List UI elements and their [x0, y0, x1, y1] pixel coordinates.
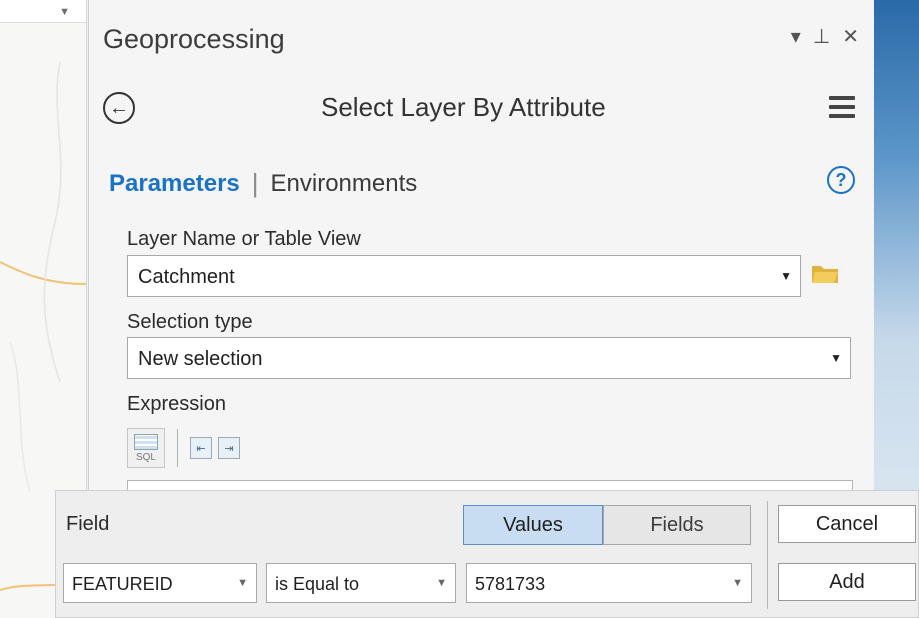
pane-options-chevron-icon[interactable]: ▾	[791, 24, 801, 49]
sql-label: SQL	[135, 451, 156, 463]
tab-parameters[interactable]: Parameters	[109, 170, 240, 198]
value-select[interactable]: 5781733 ▼	[466, 563, 752, 603]
tool-tabs: Parameters | Environments	[109, 168, 417, 199]
field-select[interactable]: FEATUREID ▼	[63, 563, 257, 603]
clause-divider	[767, 501, 768, 609]
chevron-down-icon: ▼	[780, 269, 792, 283]
chevron-down-icon: ▼	[732, 577, 743, 589]
field-select-value: FEATUREID	[72, 574, 173, 594]
fields-toggle-button[interactable]: Fields	[603, 505, 751, 545]
pane-controls: ▾ ⊥ ✕	[791, 24, 859, 49]
map-tab-strip: ▼	[0, 0, 86, 23]
tab-separator: |	[251, 168, 259, 198]
tool-title: Select Layer By Attribute	[321, 92, 606, 122]
chevron-down-icon: ▼	[830, 351, 842, 365]
field-label: Field	[66, 513, 110, 535]
chevron-down-icon: ▼	[436, 577, 447, 589]
clause-builder: Field Values Fields Cancel Add FEATUREID…	[55, 490, 919, 618]
selection-type-dropdown[interactable]: New selection ▼	[127, 337, 851, 379]
operator-select-value: is Equal to	[275, 574, 360, 594]
layer-name-dropdown[interactable]: Catchment ▼	[127, 255, 801, 297]
indent-right-icon[interactable]: ⇥	[218, 437, 240, 459]
indent-left-icon[interactable]: ⇤	[190, 437, 212, 459]
add-button[interactable]: Add	[778, 563, 916, 601]
expression-toolbar: SQL ⇤ ⇥	[127, 428, 246, 468]
chevron-down-icon[interactable]: ▼	[59, 6, 70, 18]
tab-environments[interactable]: Environments	[271, 170, 418, 198]
operator-select[interactable]: is Equal to ▼	[266, 563, 456, 603]
chevron-down-icon: ▼	[237, 577, 248, 589]
layer-name-label: Layer Name or Table View	[127, 228, 361, 250]
help-icon[interactable]: ?	[827, 166, 855, 194]
selection-type-label: Selection type	[127, 311, 253, 333]
value-select-value: 5781733	[475, 574, 546, 594]
cancel-button[interactable]: Cancel	[778, 505, 916, 543]
layer-name-value: Catchment	[138, 266, 235, 288]
pin-icon[interactable]: ⊥	[813, 24, 830, 49]
folder-icon[interactable]	[811, 263, 839, 285]
hamburger-menu-icon[interactable]	[829, 96, 855, 123]
back-arrow-icon[interactable]: ←	[103, 92, 135, 124]
selection-type-value: New selection	[138, 348, 263, 370]
values-toggle-button[interactable]: Values	[463, 505, 603, 545]
sql-icon[interactable]: SQL	[127, 428, 165, 468]
expression-label: Expression	[127, 393, 226, 415]
close-icon[interactable]: ✕	[842, 24, 859, 49]
toolbar-divider	[177, 429, 178, 467]
pane-title: Geoprocessing	[103, 24, 285, 54]
